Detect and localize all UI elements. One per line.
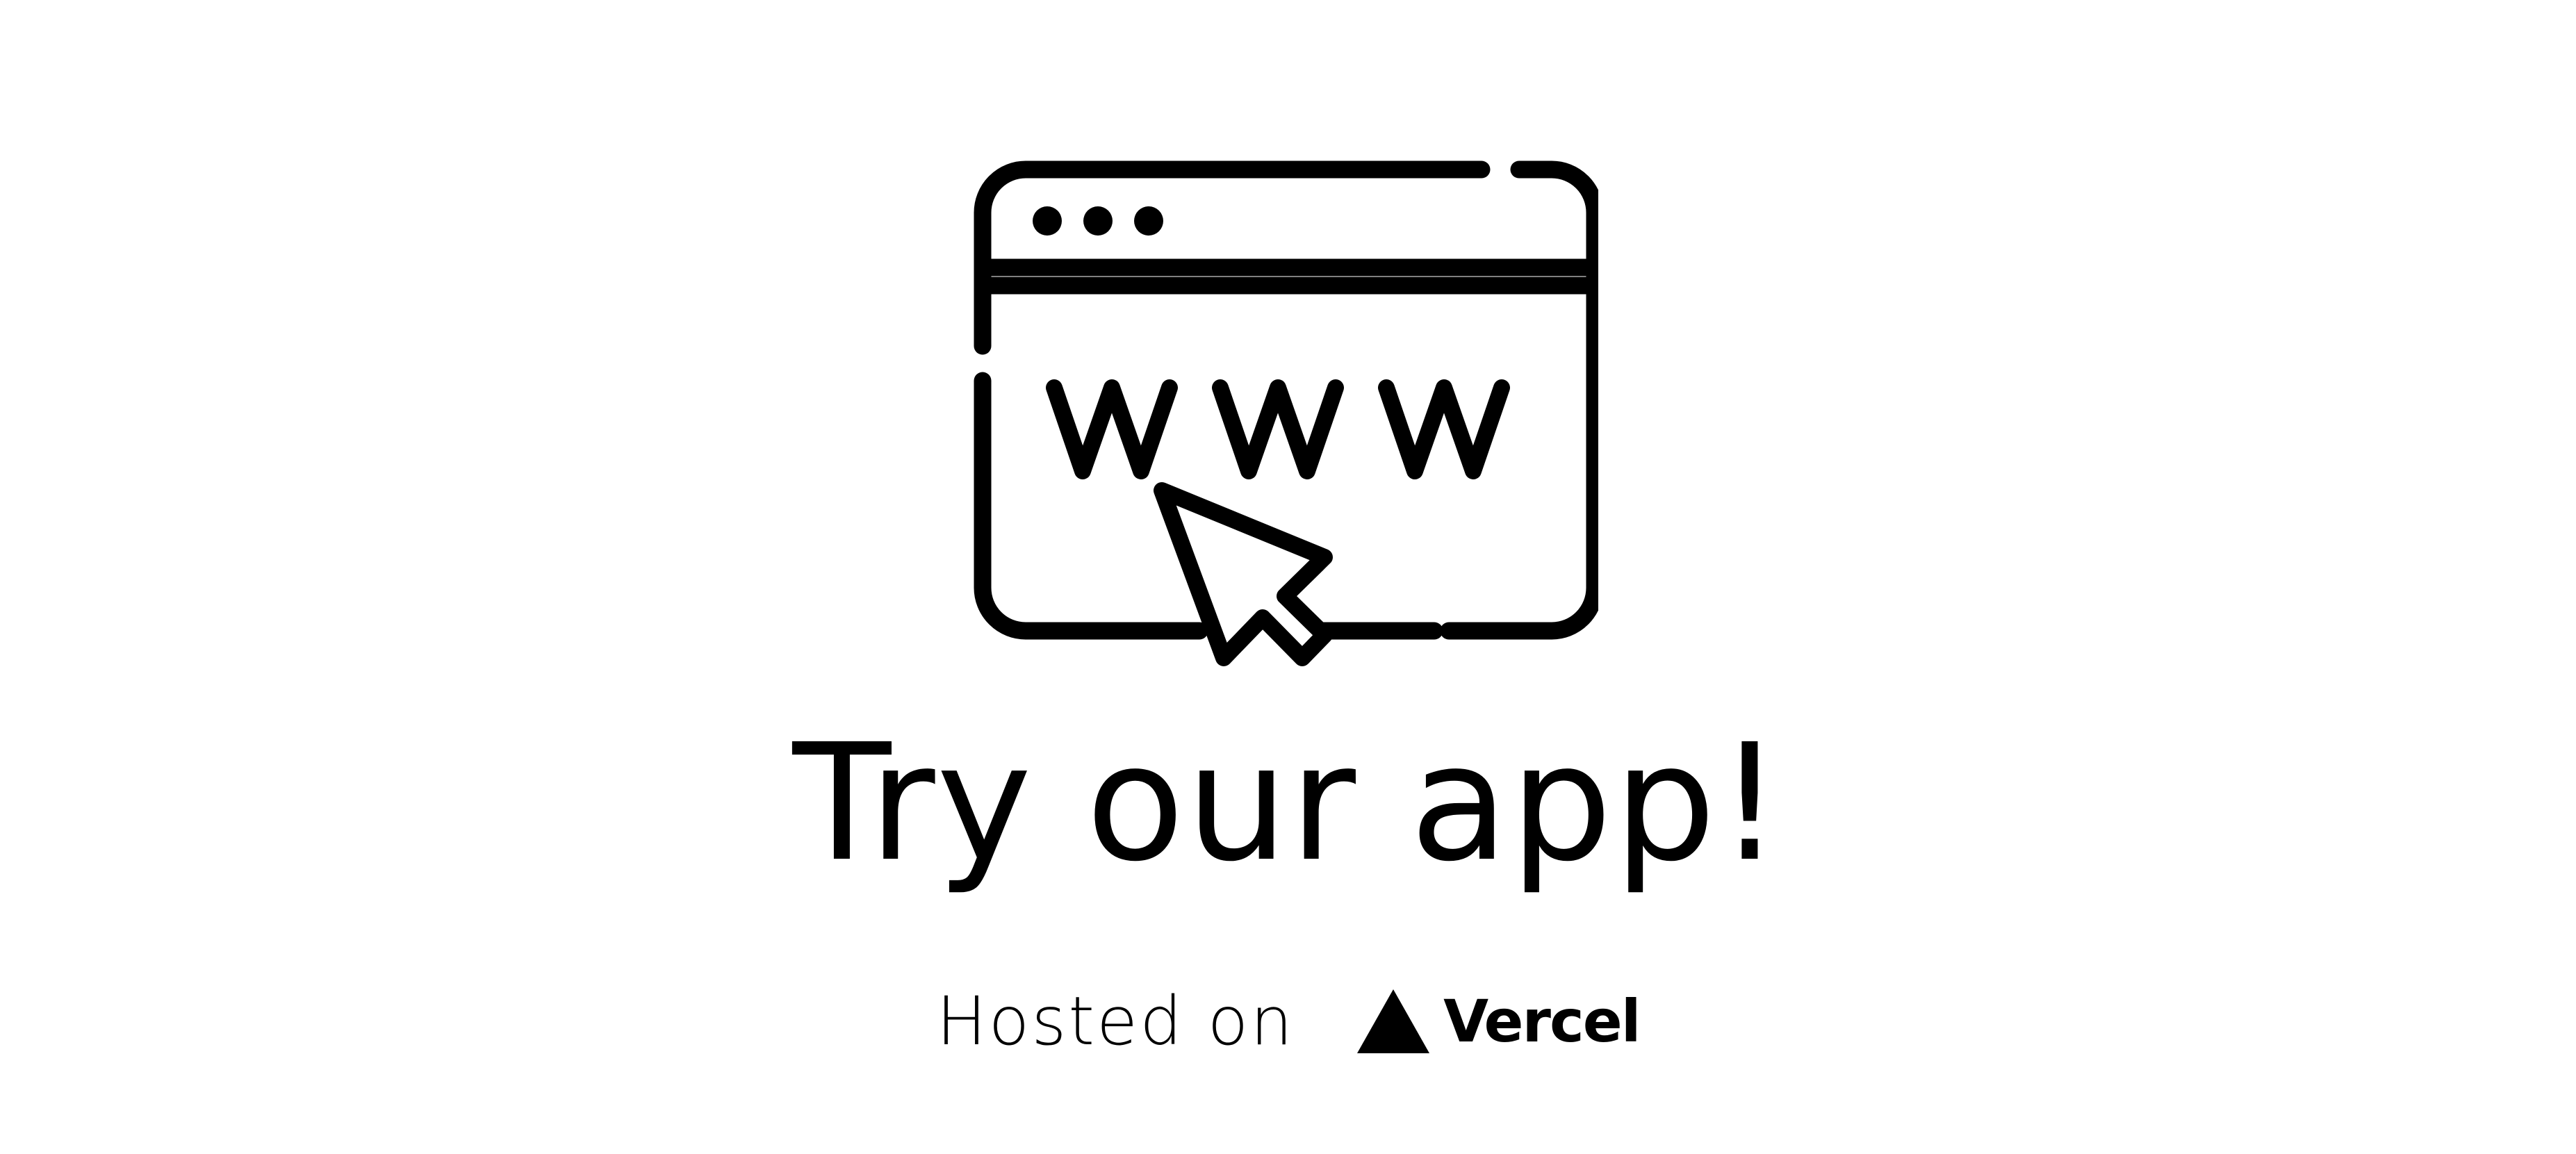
browser-window-www-cursor-icon [974,160,1598,666]
vercel-triangle-icon [1357,989,1430,1053]
hosted-label: Hosted on [936,982,1295,1060]
hosted-on-row: Hosted on Vercel [0,980,2576,1063]
headline: Try our app! [792,709,1784,897]
vercel-wordmark: Vercel [1443,987,1641,1055]
badge-stage: Try our app! Hosted on Vercel [0,0,2576,1154]
vercel-link[interactable]: Vercel [1357,987,1641,1055]
